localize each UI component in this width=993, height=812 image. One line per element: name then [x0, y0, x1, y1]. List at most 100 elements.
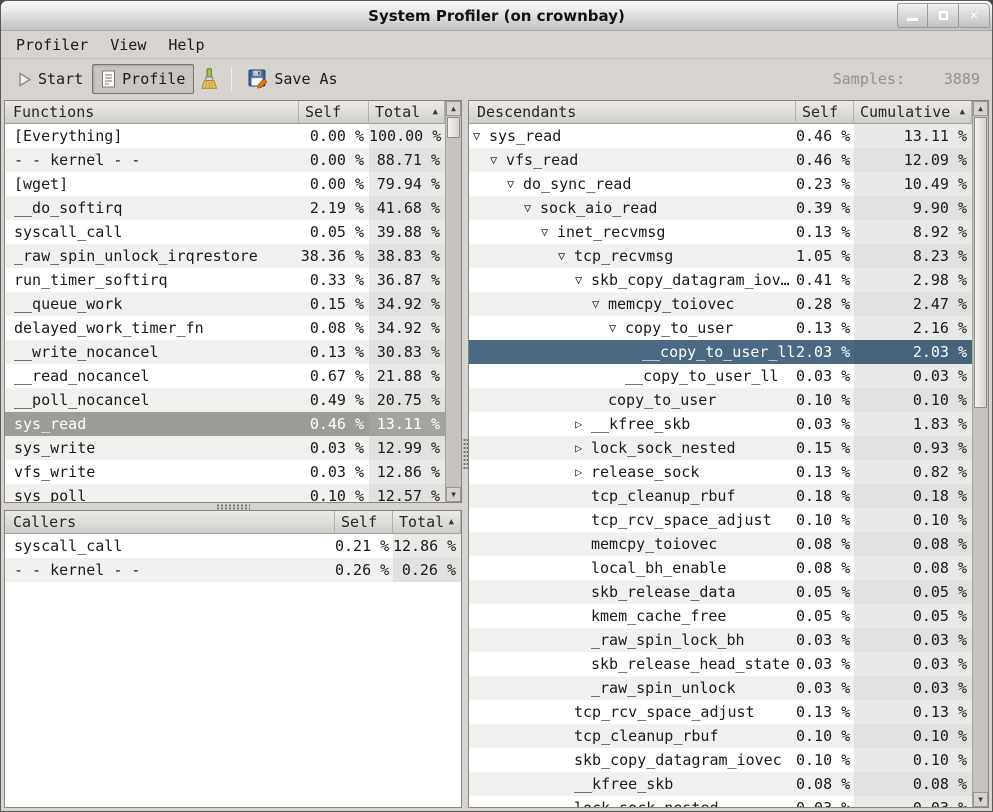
descendants-scrollbar[interactable]: ▲ ▼ [972, 101, 988, 807]
tree-row[interactable]: __kfree_skb0.08 %0.08 % [469, 772, 972, 796]
maximize-button[interactable] [928, 3, 959, 28]
minimize-button[interactable] [897, 3, 928, 28]
function-name-cell: skb_release_data [469, 580, 796, 604]
table-row[interactable]: delayed_work_timer_fn0.08 %34.92 % [5, 316, 445, 340]
table-row[interactable]: __poll_nocancel0.49 %20.75 % [5, 388, 445, 412]
function-name-cell: - - kernel - - [5, 148, 299, 172]
tree-row[interactable]: skb_release_head_state0.03 %0.03 % [469, 652, 972, 676]
functions-scrollbar-track[interactable] [446, 116, 461, 487]
tree-row[interactable]: tcp_rcv_space_adjust0.13 %0.13 % [469, 700, 972, 724]
table-row[interactable]: vfs_write0.03 %12.86 % [5, 460, 445, 484]
table-row[interactable]: run_timer_softirq0.33 %36.87 % [5, 268, 445, 292]
expander-open-icon[interactable]: ▽ [575, 268, 591, 292]
functions-scrollbar[interactable]: ▲ ▼ [445, 101, 461, 502]
table-row[interactable]: [Everything]0.00 %100.00 % [5, 124, 445, 148]
tree-row[interactable]: ▷lock_sock_nested0.15 %0.93 % [469, 436, 972, 460]
self-percent-cell: 0.00 % [299, 124, 369, 148]
tree-row[interactable]: _raw_spin_lock_bh0.03 %0.03 % [469, 628, 972, 652]
total-column-header[interactable]: Total ▲ [369, 101, 445, 124]
descendants-column-header[interactable]: Descendants [469, 101, 796, 124]
table-row[interactable]: __do_softirq2.19 %41.68 % [5, 196, 445, 220]
menu-profiler[interactable]: Profiler [5, 33, 99, 57]
tree-row[interactable]: ▽vfs_read0.46 %12.09 % [469, 148, 972, 172]
tree-row[interactable]: _raw_spin_unlock0.03 %0.03 % [469, 676, 972, 700]
tree-row[interactable]: __copy_to_user_ll2.03 %2.03 % [469, 340, 972, 364]
function-name-cell: ▽memcpy_toiovec [469, 292, 796, 316]
scroll-up-icon[interactable]: ▲ [446, 101, 461, 116]
tree-row[interactable]: local_bh_enable0.08 %0.08 % [469, 556, 972, 580]
self-percent-cell: 0.00 % [299, 172, 369, 196]
menu-view[interactable]: View [99, 33, 157, 57]
tree-row[interactable]: ▽do_sync_read0.23 %10.49 % [469, 172, 972, 196]
table-row[interactable]: syscall_call0.21 %12.86 % [5, 534, 461, 558]
tree-row[interactable]: memcpy_toiovec0.08 %0.08 % [469, 532, 972, 556]
self-column-header[interactable]: Self [299, 101, 369, 124]
samples-label: Samples: [833, 70, 905, 88]
function-name-cell: ▽copy_to_user [469, 316, 796, 340]
tree-row[interactable]: tcp_rcv_space_adjust0.10 %0.10 % [469, 508, 972, 532]
expander-open-icon[interactable]: ▽ [609, 316, 625, 340]
expander-open-icon[interactable]: ▽ [473, 124, 489, 148]
expander-closed-icon[interactable]: ▷ [575, 436, 591, 460]
table-row[interactable]: sys_write0.03 %12.99 % [5, 436, 445, 460]
tree-row[interactable]: ▽sock_aio_read0.39 %9.90 % [469, 196, 972, 220]
self-column-header[interactable]: Self [335, 511, 393, 534]
table-row[interactable]: - - kernel - -0.26 %0.26 % [5, 558, 461, 582]
table-row[interactable]: sys_poll0.10 %12.57 % [5, 484, 445, 502]
function-name-cell: syscall_call [5, 220, 299, 244]
scroll-up-icon[interactable]: ▲ [973, 101, 988, 116]
tree-row[interactable]: ▽sys_read0.46 %13.11 % [469, 124, 972, 148]
tree-row[interactable]: ▽inet_recvmsg0.13 %8.92 % [469, 220, 972, 244]
tree-row[interactable]: tcp_cleanup_rbuf0.10 %0.10 % [469, 724, 972, 748]
expander-open-icon[interactable]: ▽ [558, 244, 574, 268]
table-row[interactable]: __write_nocancel0.13 %30.83 % [5, 340, 445, 364]
descendants-tree: ▽sys_read0.46 %13.11 %▽vfs_read0.46 %12.… [469, 124, 972, 807]
table-row[interactable]: __read_nocancel0.67 %21.88 % [5, 364, 445, 388]
horizontal-splitter[interactable] [4, 503, 462, 510]
descendants-scrollbar-track[interactable] [973, 116, 988, 792]
expander-open-icon[interactable]: ▽ [541, 220, 557, 244]
table-row[interactable]: _raw_spin_unlock_irqrestore38.36 %38.83 … [5, 244, 445, 268]
reset-button[interactable] [194, 62, 224, 97]
total-column-header[interactable]: Total ▲ [393, 511, 461, 534]
tree-row[interactable]: skb_release_data0.05 %0.05 % [469, 580, 972, 604]
descendants-scrollbar-thumb[interactable] [974, 117, 987, 408]
table-row[interactable]: sys_read0.46 %13.11 % [5, 412, 445, 436]
tree-row[interactable]: __copy_to_user_ll0.03 %0.03 % [469, 364, 972, 388]
scroll-down-icon[interactable]: ▼ [446, 487, 461, 502]
functions-scrollbar-thumb[interactable] [447, 117, 460, 138]
titlebar[interactable]: System Profiler (on crownbay) ✕ [1, 1, 992, 31]
tree-row[interactable]: ▽copy_to_user0.13 %2.16 % [469, 316, 972, 340]
expander-open-icon[interactable]: ▽ [490, 148, 506, 172]
menu-help[interactable]: Help [157, 33, 215, 57]
tree-row[interactable]: kmem_cache_free0.05 %0.05 % [469, 604, 972, 628]
expander-closed-icon[interactable]: ▷ [575, 460, 591, 484]
cumulative-column-header[interactable]: Cumulative ▲ [854, 101, 972, 124]
expander-open-icon[interactable]: ▽ [592, 292, 608, 316]
callers-column-header[interactable]: Callers [5, 511, 335, 534]
scroll-down-icon[interactable]: ▼ [973, 792, 988, 807]
function-name-cell: __do_softirq [5, 196, 299, 220]
save-as-button[interactable]: Save As [239, 63, 346, 95]
tree-row[interactable]: ▷__kfree_skb0.03 %1.83 % [469, 412, 972, 436]
tree-row[interactable]: skb_copy_datagram_iovec0.10 %0.10 % [469, 748, 972, 772]
table-row[interactable]: __queue_work0.15 %34.92 % [5, 292, 445, 316]
tree-row[interactable]: ▽skb_copy_datagram_iov…0.41 %2.98 % [469, 268, 972, 292]
tree-row[interactable]: copy_to_user0.10 %0.10 % [469, 388, 972, 412]
tree-row[interactable]: lock_sock_nested0.03 %0.03 % [469, 796, 972, 807]
tree-row[interactable]: ▽memcpy_toiovec0.28 %2.47 % [469, 292, 972, 316]
table-row[interactable]: - - kernel - -0.00 %88.71 % [5, 148, 445, 172]
table-row[interactable]: [wget]0.00 %79.94 % [5, 172, 445, 196]
start-button[interactable]: Start [9, 64, 92, 94]
tree-row[interactable]: ▽tcp_recvmsg1.05 %8.23 % [469, 244, 972, 268]
table-row[interactable]: syscall_call0.05 %39.88 % [5, 220, 445, 244]
close-button[interactable]: ✕ [959, 3, 990, 28]
tree-row[interactable]: ▷release_sock0.13 %0.82 % [469, 460, 972, 484]
functions-column-header[interactable]: Functions [5, 101, 299, 124]
expander-open-icon[interactable]: ▽ [524, 196, 540, 220]
expander-open-icon[interactable]: ▽ [507, 172, 523, 196]
tree-row[interactable]: tcp_cleanup_rbuf0.18 %0.18 % [469, 484, 972, 508]
expander-closed-icon[interactable]: ▷ [575, 412, 591, 436]
profile-toggle-button[interactable]: Profile [92, 64, 194, 94]
self-column-header[interactable]: Self [796, 101, 854, 124]
